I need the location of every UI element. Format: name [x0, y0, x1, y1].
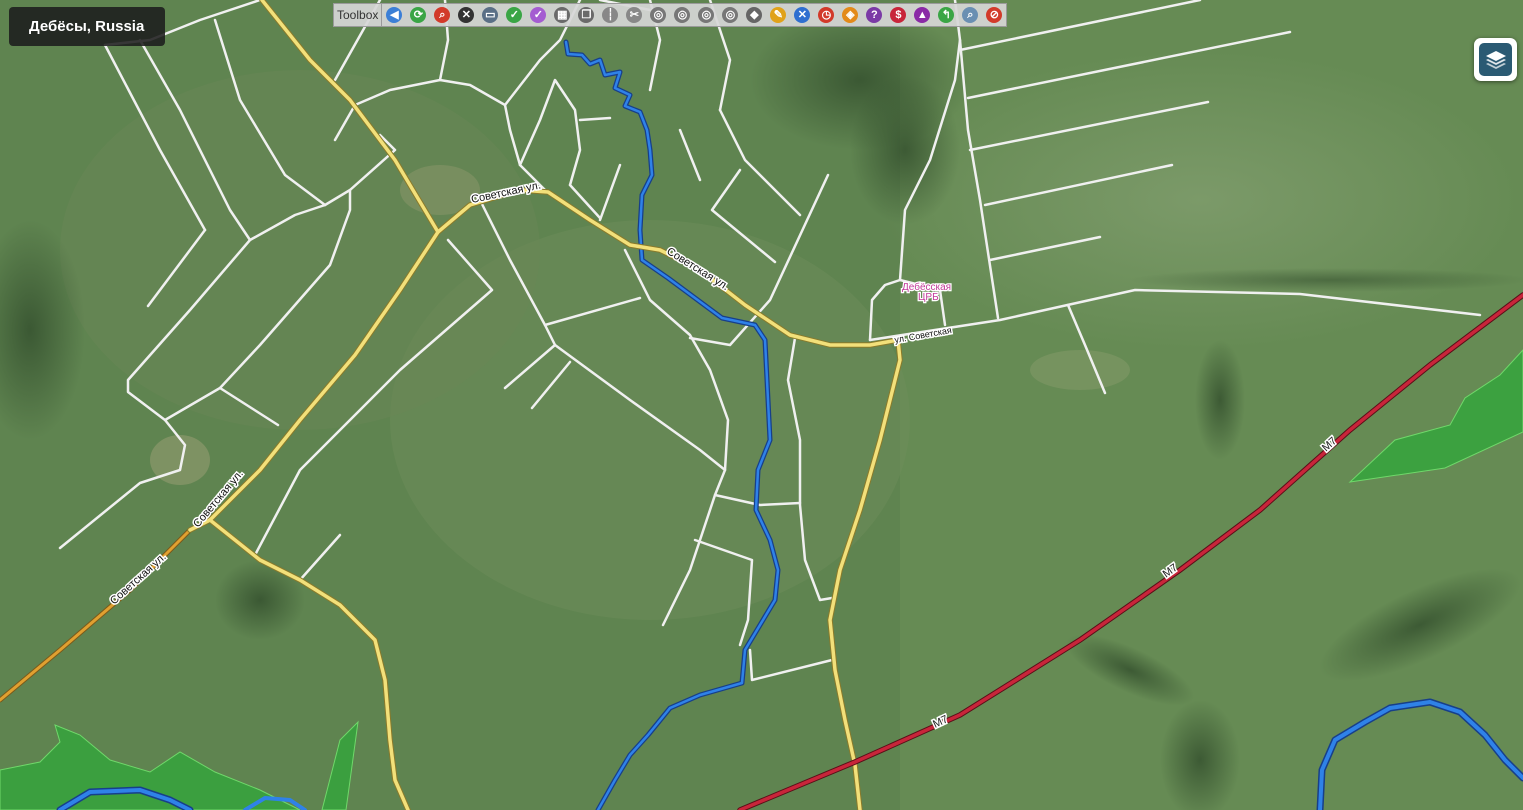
refresh-icon[interactable]: ⟳: [407, 4, 429, 26]
no-route-icon-glyph: ⊘: [986, 7, 1003, 23]
eraser-icon-glyph: ◆: [746, 7, 763, 23]
shield-arrow-icon[interactable]: ↰: [935, 4, 957, 26]
turn-sign-icon-glyph: ◈: [842, 7, 859, 23]
scissors-split-icon-glyph: ┆: [602, 7, 619, 23]
grid-icon-glyph: ▦: [554, 7, 571, 23]
circle-tool-4-icon[interactable]: ◎: [719, 4, 741, 26]
toolbox-bar[interactable]: Toolbox ◀ ⟳ ⌕ ✕ ▭ ✓ ✓ ▦ ❐ ┆ ✂ ◎ ◎ ◎ ◎ ◆ ✎ ✕ ◷ ◈? $ ▲ ↰ ⌕ ⊘: [333, 3, 1008, 27]
scissors-split-icon[interactable]: ┆: [599, 4, 621, 26]
grid-icon[interactable]: ▦: [551, 4, 573, 26]
brush-icon-glyph: ✎: [770, 7, 787, 23]
shield-arrow-icon-glyph: ↰: [938, 7, 955, 23]
layers-copy-icon-glyph: ❐: [578, 7, 595, 23]
layers-button[interactable]: [1474, 38, 1517, 81]
zoom-search-icon-glyph: ⌕: [434, 7, 451, 23]
clock-icon-glyph: ◷: [818, 7, 835, 23]
layers-icon: [1479, 43, 1512, 76]
warning-triangle-icon-glyph: ▲: [914, 7, 931, 23]
dollar-icon-glyph: $: [890, 7, 907, 23]
circle-tool-2-icon-glyph: ◎: [674, 7, 691, 23]
tools-icon[interactable]: ✕: [455, 4, 477, 26]
circle-tool-3-icon-glyph: ◎: [698, 7, 715, 23]
circle-tool-1-icon[interactable]: ◎: [647, 4, 669, 26]
circle-tool-4-icon-glyph: ◎: [722, 7, 739, 23]
location-title: Дебёсы, Russia: [9, 7, 165, 46]
location-title-text: Дебёсы, Russia: [29, 18, 145, 35]
check-icon[interactable]: ✓: [503, 4, 525, 26]
circle-tool-1-icon-glyph: ◎: [650, 7, 667, 23]
turn-sign-icon[interactable]: ◈: [839, 4, 861, 26]
circle-tool-3-icon[interactable]: ◎: [695, 4, 717, 26]
magnifier-icon[interactable]: ⌕: [959, 4, 981, 26]
brush-icon[interactable]: ✎: [767, 4, 789, 26]
magnifier-icon-glyph: ⌕: [962, 7, 979, 23]
zoom-search-icon[interactable]: ⌕: [431, 4, 453, 26]
scissors-icon[interactable]: ✂: [623, 4, 645, 26]
eraser-icon[interactable]: ◆: [743, 4, 765, 26]
help-icon-glyph: ?: [866, 7, 883, 23]
scissors-icon-glyph: ✂: [626, 7, 643, 23]
toolbox-label[interactable]: Toolbox: [334, 4, 383, 26]
layers-copy-icon[interactable]: ❐: [575, 4, 597, 26]
shield-check-icon-glyph: ✓: [530, 7, 547, 23]
no-route-icon[interactable]: ⊘: [983, 4, 1005, 26]
cross-lines-icon-glyph: ✕: [794, 7, 811, 23]
help-icon[interactable]: ?: [863, 4, 885, 26]
window-icon-glyph: ▭: [482, 7, 499, 23]
map-canvas[interactable]: Советская ул. Советская ул. Советская ул…: [0, 0, 1523, 810]
dollar-icon[interactable]: $: [887, 4, 909, 26]
refresh-icon-glyph: ⟳: [410, 7, 427, 23]
shield-check-icon[interactable]: ✓: [527, 4, 549, 26]
satellite-imagery: [0, 0, 1523, 810]
check-icon-glyph: ✓: [506, 7, 523, 23]
tools-icon-glyph: ✕: [458, 7, 475, 23]
back-arrow-icon-glyph: ◀: [386, 7, 403, 23]
circle-tool-2-icon[interactable]: ◎: [671, 4, 693, 26]
warning-triangle-icon[interactable]: ▲: [911, 4, 933, 26]
cross-lines-icon[interactable]: ✕: [791, 4, 813, 26]
poi-label-line2: ЦРБ: [918, 292, 939, 303]
back-arrow-icon[interactable]: ◀: [383, 4, 405, 26]
clock-icon[interactable]: ◷: [815, 4, 837, 26]
window-icon[interactable]: ▭: [479, 4, 501, 26]
